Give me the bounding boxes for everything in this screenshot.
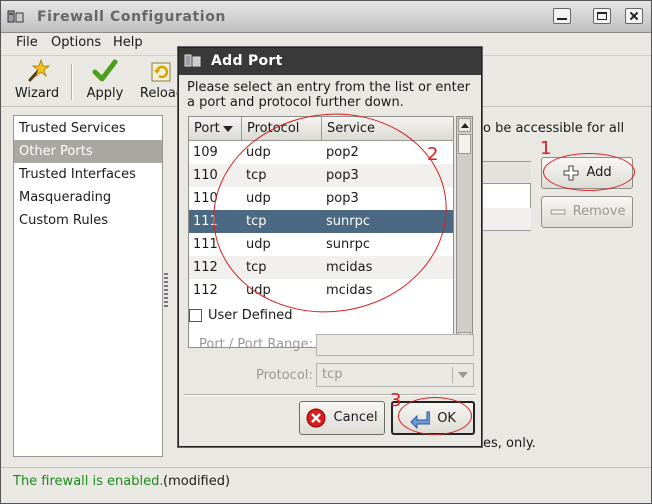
wizard-label: Wizard (14, 86, 60, 101)
sidebar: Trusted Services Other Ports Trusted Int… (13, 115, 163, 457)
dialog-titlebar[interactable]: Add Port (179, 48, 481, 75)
cancel-button[interactable]: Cancel (299, 401, 385, 435)
other-ports-list[interactable] (483, 161, 531, 231)
statusbar: The firewall is enabled. (modified) (1, 467, 651, 495)
other-ports-description: o be accessible for all (483, 121, 625, 136)
magic-wand-icon (28, 58, 50, 82)
cancel-button-label: Cancel (333, 410, 378, 425)
select-divider (452, 367, 453, 383)
pane-resize-grip[interactable] (164, 273, 168, 309)
column-header-port-label: Port (194, 121, 220, 136)
checkmark-icon (92, 59, 118, 82)
remove-button-label: Remove (572, 204, 626, 219)
minus-icon (550, 209, 566, 215)
other-ports-list-header (483, 162, 531, 184)
main-window-title: Firewall Configuration (37, 9, 226, 25)
annotation-ellipse-add-button (543, 153, 635, 191)
close-button[interactable] (625, 8, 643, 24)
annotation-step-2: 2 (427, 144, 439, 165)
sidebar-item-custom-rules[interactable]: Custom Rules (14, 209, 162, 232)
cell-port: 112 (193, 283, 218, 298)
remove-port-button[interactable]: Remove (541, 196, 633, 228)
apply-button[interactable]: Apply (85, 58, 125, 101)
sidebar-item-other-ports[interactable]: Other Ports (14, 140, 162, 163)
sidebar-item-trusted-services[interactable]: Trusted Services (14, 117, 162, 140)
menu-file[interactable]: File (16, 35, 38, 50)
maximize-button[interactable] (593, 8, 611, 24)
user-defined-checkbox[interactable] (189, 309, 202, 322)
annotation-ellipse-ok-button (398, 397, 472, 435)
port-range-input[interactable] (316, 334, 474, 356)
protocol-select[interactable]: tcp (316, 363, 474, 387)
dialog-divider (184, 394, 476, 396)
wizard-button[interactable]: Wizard (13, 58, 61, 101)
menu-options[interactable]: Options (51, 35, 101, 50)
protocol-label: Protocol: (256, 368, 313, 383)
firewall-app-icon (184, 54, 201, 67)
scroll-up-arrow-icon[interactable] (458, 118, 471, 132)
chevron-down-icon (458, 372, 468, 378)
annotation-step-3: 3 (390, 390, 402, 411)
reload-icon (151, 62, 171, 82)
protocol-select-value: tcp (322, 367, 343, 382)
dialog-instructions: Please select an entry from the list or … (187, 80, 471, 110)
list-item[interactable] (483, 208, 531, 230)
scroll-thumb[interactable] (458, 134, 471, 154)
column-header-port[interactable]: Port (189, 117, 242, 141)
user-defined-label[interactable]: User Defined (208, 308, 292, 323)
menu-help[interactable]: Help (113, 35, 143, 50)
port-range-label: Port / Port Range: (199, 337, 313, 352)
toolbar-separator (71, 64, 73, 100)
bottom-hint-text: es, only. (483, 436, 536, 451)
cell-port: 110 (193, 168, 218, 183)
minimize-button[interactable] (553, 8, 571, 24)
cell-port: 111 (193, 237, 218, 252)
status-modified-text: (modified) (163, 474, 231, 489)
cell-port: 109 (193, 145, 218, 160)
sort-descending-icon (223, 126, 233, 132)
sidebar-item-trusted-interfaces[interactable]: Trusted Interfaces (14, 163, 162, 186)
sidebar-item-masquerading[interactable]: Masquerading (14, 186, 162, 209)
firewall-app-icon (7, 10, 24, 23)
cancel-icon (306, 408, 326, 428)
port-list-scrollbar[interactable] (456, 116, 473, 348)
apply-label: Apply (86, 86, 124, 101)
cell-port: 112 (193, 260, 218, 275)
dialog-title: Add Port (211, 53, 283, 69)
annotation-step-1: 1 (540, 138, 552, 159)
status-enabled-text: The firewall is enabled. (13, 474, 164, 489)
main-titlebar[interactable]: Firewall Configuration (1, 1, 651, 33)
